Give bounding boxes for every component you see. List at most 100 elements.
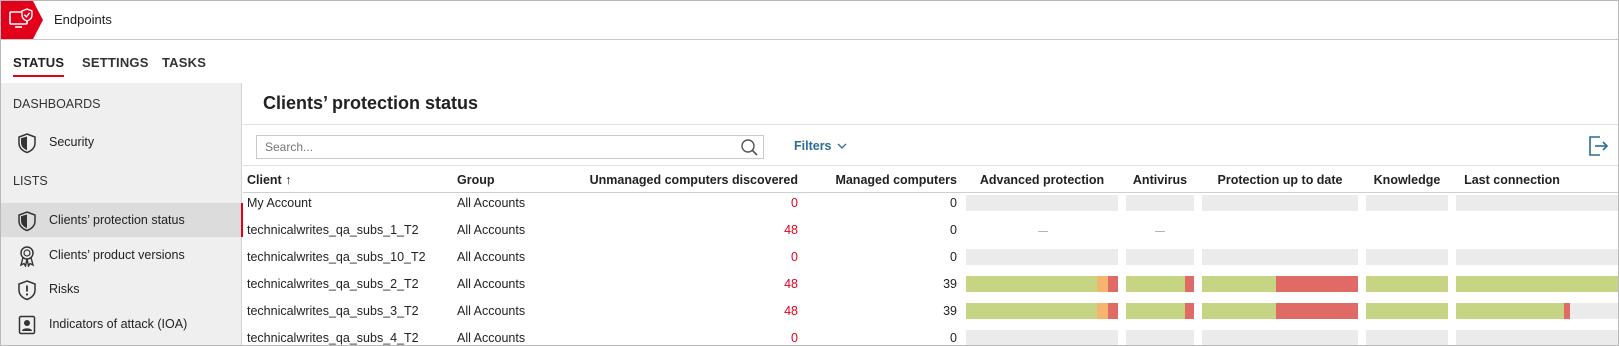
table-row[interactable]: technicalwrites_qa_subs_10_T2 All Accoun…	[243, 245, 1618, 272]
search-input[interactable]	[257, 136, 727, 158]
antivirus-bar	[1126, 249, 1194, 265]
tab-settings[interactable]: SETTINGS	[82, 55, 149, 70]
group-name: All Accounts	[457, 277, 526, 291]
app-title: Endpoints	[54, 12, 112, 27]
unmanaged-count[interactable]: 48	[583, 304, 798, 318]
client-name[interactable]: technicalwrites_qa_subs_4_T2	[247, 331, 419, 345]
group-name: All Accounts	[457, 196, 526, 210]
sidebar-item-clients-product-versions[interactable]: Clients’ product versions	[1, 238, 242, 272]
last-connection-bar[interactable]	[1456, 276, 1618, 292]
column-header-knowledge[interactable]: Knowledge	[1366, 173, 1448, 187]
lists-section-title: LISTS	[13, 174, 48, 188]
antivirus-bar[interactable]	[1126, 276, 1194, 292]
unmanaged-count[interactable]: 48	[583, 223, 798, 237]
advanced-protection-bar[interactable]	[966, 276, 1118, 292]
sidebar-item-clients-protection-status[interactable]: Clients’ protection status	[1, 203, 243, 237]
table-row[interactable]: technicalwrites_qa_subs_3_T2 All Account…	[243, 299, 1618, 326]
table-row[interactable]: technicalwrites_qa_subs_1_T2 All Account…	[243, 218, 1618, 245]
unmanaged-count[interactable]: 0	[583, 196, 798, 210]
group-name: All Accounts	[457, 223, 526, 237]
group-name: All Accounts	[457, 331, 526, 345]
protection-up-to-date-bar[interactable]	[1202, 276, 1358, 292]
last-connection-bar	[1456, 195, 1618, 211]
empty-value-dash	[1038, 231, 1048, 232]
client-name[interactable]: technicalwrites_qa_subs_10_T2	[247, 250, 426, 264]
antivirus-bar	[1126, 330, 1194, 345]
managed-count: 0	[950, 223, 957, 237]
knowledge-bar[interactable]	[1366, 276, 1448, 292]
protection-up-to-date-bar	[1202, 249, 1358, 265]
advanced-protection-bar	[966, 249, 1118, 265]
sidebar-item-indicators-of-attack[interactable]: Indicators of attack (IOA)	[1, 307, 242, 341]
user-badge-icon	[18, 315, 36, 335]
sidebar-item-label: Risks	[49, 282, 80, 296]
group-name: All Accounts	[457, 304, 526, 318]
sidebar-item-risks[interactable]: Risks	[1, 272, 242, 306]
column-header-protection-up-to-date[interactable]: Protection up to date	[1202, 173, 1358, 187]
column-header-group[interactable]: Group	[457, 173, 495, 187]
unmanaged-count[interactable]: 0	[583, 250, 798, 264]
antivirus-bar[interactable]	[1126, 303, 1194, 319]
managed-count: 0	[950, 196, 957, 210]
sidebar-item-label: Security	[49, 135, 95, 149]
client-name[interactable]: technicalwrites_qa_subs_2_T2	[247, 277, 419, 291]
tab-bar: STATUS SETTINGS TASKS	[1, 41, 1618, 83]
table-row[interactable]: My Account All Accounts 0 0	[243, 191, 1618, 218]
column-header-advanced-protection[interactable]: Advanced protection	[966, 173, 1118, 187]
client-name[interactable]: technicalwrites_qa_subs_3_T2	[247, 304, 419, 318]
managed-count: 39	[943, 304, 957, 318]
app-window: Endpoints STATUS SETTINGS TASKS DASHBOAR…	[0, 0, 1619, 346]
protection-up-to-date-bar	[1202, 330, 1358, 345]
protection-up-to-date-bar	[1202, 195, 1358, 211]
unmanaged-count[interactable]: 48	[583, 277, 798, 291]
sidebar-item-label: Indicators of attack (IOA)	[49, 317, 188, 331]
sidebar-item-security[interactable]: Security	[1, 125, 242, 159]
column-header-client[interactable]: Client ↑	[247, 173, 291, 187]
endpoints-logo-icon[interactable]	[1, 1, 43, 39]
last-connection-bar	[1456, 330, 1618, 345]
last-connection-bar	[1456, 249, 1618, 265]
antivirus-bar	[1126, 195, 1194, 211]
table-header: Client ↑ Group Unmanaged computers disco…	[243, 169, 1618, 193]
empty-value-dash	[1155, 231, 1165, 232]
protection-up-to-date-bar[interactable]	[1202, 303, 1358, 319]
last-connection-bar[interactable]	[1456, 303, 1618, 319]
filters-button[interactable]: Filters	[794, 139, 847, 153]
dashboards-section-title: DASHBOARDS	[13, 97, 101, 111]
table-row[interactable]: technicalwrites_qa_subs_4_T2 All Account…	[243, 326, 1618, 345]
divider	[243, 124, 1618, 125]
search-box	[256, 135, 764, 159]
knowledge-bar[interactable]	[1366, 303, 1448, 319]
knowledge-bar	[1366, 330, 1448, 345]
advanced-protection-bar	[966, 195, 1118, 211]
warning-shield-icon	[18, 280, 36, 301]
search-icon[interactable]	[740, 138, 759, 157]
managed-count: 39	[943, 277, 957, 291]
group-name: All Accounts	[457, 250, 526, 264]
tab-tasks[interactable]: TASKS	[162, 55, 206, 70]
award-icon	[19, 246, 35, 267]
divider	[243, 165, 1618, 166]
column-header-last-connection[interactable]: Last connection	[1456, 173, 1568, 187]
client-name[interactable]: My Account	[247, 196, 312, 210]
unmanaged-count[interactable]: 0	[583, 331, 798, 345]
advanced-protection-bar	[966, 330, 1118, 345]
export-icon[interactable]	[1585, 133, 1611, 159]
top-bar: Endpoints	[1, 1, 1618, 40]
column-header-managed-computers[interactable]: Managed computers	[813, 173, 957, 187]
shield-icon	[18, 133, 36, 154]
sidebar: DASHBOARDS Security LISTS Clients’ prote…	[1, 83, 243, 345]
knowledge-bar	[1366, 249, 1448, 265]
column-header-unmanaged-computers[interactable]: Unmanaged computers discovered	[583, 173, 798, 187]
shield-icon	[18, 211, 36, 232]
advanced-protection-bar[interactable]	[966, 303, 1118, 319]
filters-label: Filters	[794, 139, 832, 153]
table-row[interactable]: technicalwrites_qa_subs_2_T2 All Account…	[243, 272, 1618, 299]
page-title: Clients’ protection status	[263, 93, 479, 113]
managed-count: 0	[950, 331, 957, 345]
client-name[interactable]: technicalwrites_qa_subs_1_T2	[247, 223, 419, 237]
tab-status[interactable]: STATUS	[13, 55, 65, 77]
main-panel: Clients’ protection status Filters Clien…	[243, 83, 1618, 345]
managed-count: 0	[950, 250, 957, 264]
column-header-antivirus[interactable]: Antivirus	[1126, 173, 1194, 187]
